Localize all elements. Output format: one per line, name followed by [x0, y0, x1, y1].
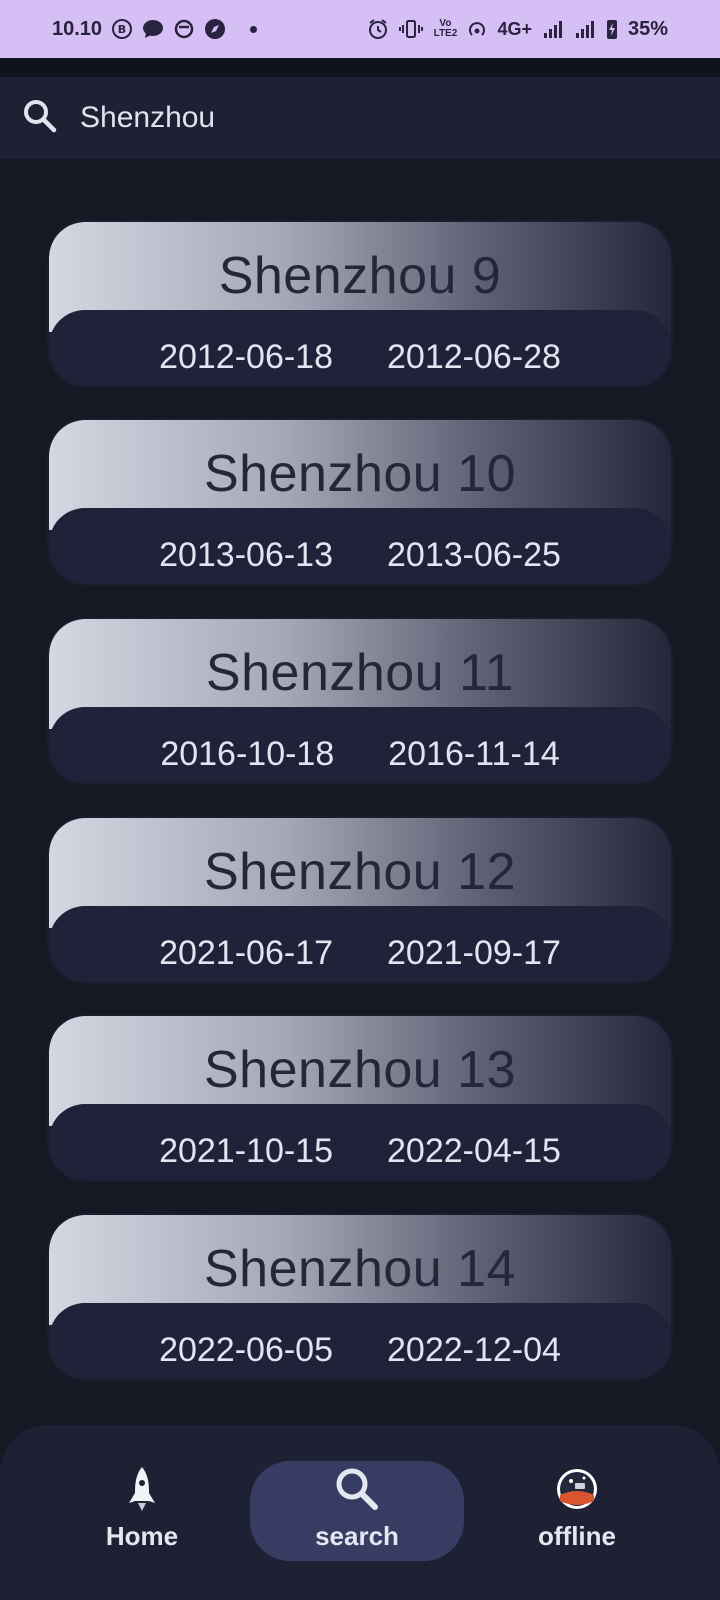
b-badge-icon: B: [112, 19, 133, 39]
status-bar: 10.10 B Vo LTE2 4G+ 35%: [0, 0, 720, 58]
battery-percent: 35%: [627, 17, 668, 40]
launch-date: 2012-06-18: [159, 338, 333, 376]
search-icon[interactable]: [22, 98, 80, 139]
landing-date: 2016-11-14: [388, 735, 560, 773]
landing-date: 2012-06-28: [387, 338, 561, 376]
status-right: Vo LTE2 4G+ 35%: [367, 18, 668, 41]
nav-search-label: search: [315, 1521, 399, 1551]
mission-name: Shenzhou 13: [204, 1041, 516, 1099]
mission-name: Shenzhou 10: [204, 445, 516, 503]
mission-dates: 2016-10-18 2016-11-14: [49, 735, 671, 774]
landing-date: 2022-04-15: [387, 1132, 561, 1170]
chat-icon: [142, 19, 164, 39]
mission-dates: 2012-06-18 2012-06-28: [49, 338, 671, 377]
mission-card[interactable]: Shenzhou 10 2013-06-13 2013-06-25: [49, 420, 671, 584]
mission-name: Shenzhou 12: [204, 843, 516, 901]
planet-badge-icon: [557, 1469, 597, 1509]
app-notification-icon: [174, 19, 194, 39]
status-left: 10.10 B: [52, 17, 258, 41]
bottom-navigation: Home search offline: [0, 1425, 720, 1600]
vibrate-icon: [399, 19, 424, 39]
landing-date: 2022-12-04: [387, 1331, 561, 1369]
volte-label: Vo LTE2: [433, 18, 458, 39]
mission-name: Shenzhou 9: [218, 247, 502, 305]
mission-name: Shenzhou 14: [204, 1240, 516, 1298]
launch-date: 2016-10-18: [160, 735, 335, 773]
signal-1-icon: [542, 19, 564, 39]
svg-text:B: B: [118, 23, 126, 36]
alarm-icon: [367, 18, 389, 40]
nav-home-label: Home: [105, 1521, 179, 1551]
battery-charging-icon: [606, 18, 618, 40]
mission-card[interactable]: Shenzhou 11 2016-10-18 2016-11-14: [49, 619, 671, 783]
landing-date: 2021-09-17: [387, 934, 561, 972]
signal-2-icon: [574, 19, 596, 39]
mission-dates: 2021-06-17 2021-09-17: [49, 934, 671, 973]
nav-offline-label: offline: [538, 1521, 616, 1551]
launch-date: 2013-06-13: [159, 536, 333, 574]
launch-date: 2022-06-05: [159, 1331, 333, 1369]
mission-card[interactable]: Shenzhou 13 2021-10-15 2022-04-15: [49, 1016, 671, 1180]
nav-search[interactable]: search: [250, 1461, 464, 1561]
launch-date: 2021-10-15: [159, 1132, 333, 1170]
landing-date: 2013-06-25: [387, 536, 561, 574]
mission-card[interactable]: Shenzhou 12 2021-06-17 2021-09-17: [49, 818, 671, 982]
compass-icon: [204, 18, 226, 40]
mission-card[interactable]: Shenzhou 14 2022-06-05 2022-12-04: [49, 1215, 671, 1379]
mission-dates: 2022-06-05 2022-12-04: [49, 1331, 671, 1370]
mission-card[interactable]: Shenzhou 9 2012-06-18 2012-06-28: [49, 222, 671, 386]
launch-date: 2021-06-17: [159, 934, 333, 972]
mission-dates: 2013-06-13 2013-06-25: [49, 536, 671, 575]
header-gap: [0, 58, 720, 77]
notification-dot-icon: [250, 25, 258, 33]
rocket-icon: [129, 1467, 155, 1511]
mission-dates: 2021-10-15 2022-04-15: [49, 1132, 671, 1171]
status-time: 10.10: [52, 17, 103, 40]
search-icon: [336, 1468, 378, 1510]
hotspot-icon: [467, 19, 487, 39]
nav-offline[interactable]: offline: [470, 1461, 684, 1561]
search-bar[interactable]: [0, 77, 720, 159]
mission-name: Shenzhou 11: [205, 644, 515, 702]
search-input[interactable]: [80, 101, 640, 135]
nav-home[interactable]: Home: [35, 1461, 249, 1561]
network-type: 4G+: [497, 18, 532, 39]
